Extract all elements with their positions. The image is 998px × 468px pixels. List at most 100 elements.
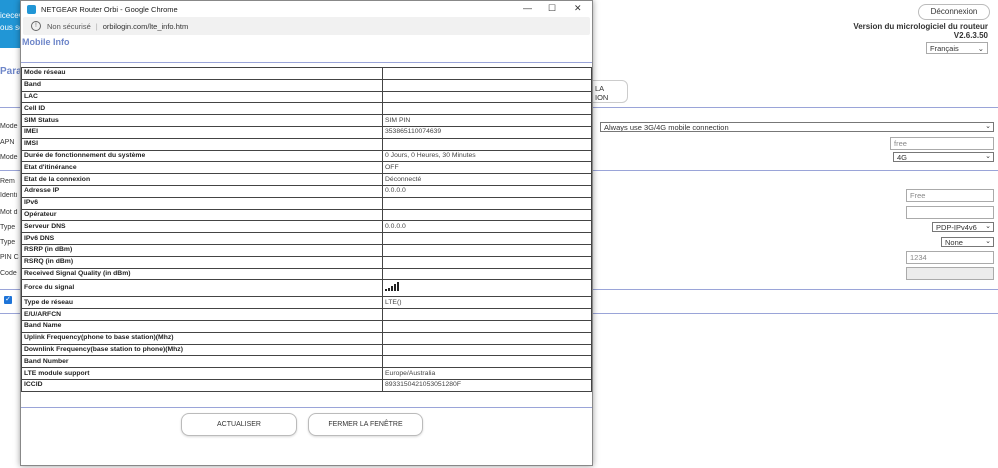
banner-text-1: icecev [0,11,20,20]
table-row: IMEI 353865110074639 [21,125,592,139]
row-value: 0.0.0.0 [382,220,592,234]
chevron-down-icon: ⌄ [985,223,991,230]
table-row: Downlink Frequency(base station to phone… [21,343,592,357]
row-value [382,102,592,116]
row-value [382,255,592,269]
page-title: Mobile Info [22,37,70,47]
row-value [382,232,592,245]
identifier-input[interactable]: Free [906,189,994,202]
row-label: Received Signal Quality (in dBm) [21,267,383,281]
table-row: LTE module support Europe/Australia [21,367,592,380]
language-value: Français [930,44,959,53]
popup-window: NETGEAR Router Orbi - Google Chrome — ☐ … [20,0,593,466]
chevron-down-icon: ⌄ [985,153,991,160]
table-row: E/U/ARFCN [21,308,592,321]
row-value: OFF [382,161,592,175]
row-value [382,208,592,222]
close-icon[interactable]: ✕ [574,3,582,14]
row-value [382,137,592,151]
pdp-type-select[interactable]: PDP-IPv4v6 ⌄ [932,222,994,232]
warning-icon[interactable]: ! [31,21,41,31]
checkbox[interactable]: ✓ [4,296,12,304]
row-label: IMSI [21,137,383,151]
row-label: IMEI [21,125,383,139]
table-row: Etat d'itinérance OFF [21,161,592,175]
network-mode-select[interactable]: 4G ⌄ [893,152,994,162]
row-value [382,90,592,104]
row-label: SIM Status [21,114,383,127]
row-label: Type de réseau [21,296,383,310]
row-value [382,78,592,92]
connection-mode-select[interactable]: Always use 3G/4G mobile connection ⌄ [600,122,994,132]
url-text[interactable]: orbilogin.com/lte_info.htm [103,22,188,31]
table-row: RSRP (in dBm) [21,243,592,257]
row-label: E/U/ARFCN [21,308,383,321]
table-row: Received Signal Quality (in dBm) [21,267,592,281]
row-label: RSRQ (in dBm) [21,255,383,269]
table-row: Cell ID [21,102,592,116]
row-value [382,343,592,357]
row-label: Mode réseau [21,67,383,80]
row-label: Band [21,78,383,92]
row-value [382,243,592,257]
row-label: Uplink Frequency(phone to base station)(… [21,331,383,345]
refresh-button[interactable]: ACTUALISER [181,413,297,436]
row-label: Etat d'itinérance [21,161,383,175]
row-value [382,308,592,321]
row-value: Déconnecté [382,173,592,186]
firmware-version: V2.6.3.50 [953,31,988,40]
chevron-down-icon: ⌄ [985,123,991,130]
code-input[interactable] [906,267,994,280]
row-label: Force du signal [21,279,383,298]
pin-input[interactable]: 1234 [906,251,994,264]
table-row: Band Number [21,355,592,369]
table-row: IPv6 DNS [21,232,592,245]
row-value: LTE() [382,296,592,310]
row-label: Cell ID [21,102,383,116]
page-tab-label[interactable]: Para [0,66,22,77]
auth-type-select[interactable]: None ⌄ [941,237,994,247]
firmware-title: Version du micrologiciel du routeur [853,22,988,31]
label-code: Code [0,270,17,277]
row-label: Adresse IP [21,184,383,198]
table-row: Adresse IP 0.0.0.0 [21,184,592,198]
table-row: Band [21,78,592,92]
label-pin: PIN C [0,254,19,261]
row-value: 0 Jours, 0 Heures, 30 Minutes [382,149,592,163]
table-row: Opérateur [21,208,592,222]
chevron-down-icon: ⌄ [977,44,984,53]
table-row: Etat de la connexion Déconnecté [21,173,592,186]
table-row: SIM Status SIM PIN [21,114,592,127]
signal-strength-icon [385,281,399,291]
maximize-icon[interactable]: ☐ [548,3,556,14]
window-title: NETGEAR Router Orbi - Google Chrome [41,4,178,14]
password-input[interactable] [906,206,994,219]
security-label: Non sécurisé [47,21,91,31]
label-apn: APN [0,139,15,146]
table-row: Durée de fonctionnement du système 0 Jour… [21,149,592,163]
close-window-button[interactable]: FERMER LA FENÊTRE [308,413,423,436]
table-row: Serveur DNS 0.0.0.0 [21,220,592,234]
address-bar[interactable]: ! Non sécurisé | orbilogin.com/lte_info.… [23,17,590,35]
row-label: LAC [21,90,383,104]
table-row: Mode réseau [21,67,592,80]
apn-input[interactable]: free [890,137,994,150]
row-label: Etat de la connexion [21,173,383,186]
row-label: Band Number [21,355,383,369]
row-label: IPv6 [21,196,383,210]
minimize-icon[interactable]: — [523,3,532,13]
label-identifier: Identi [0,192,18,199]
logout-button[interactable]: Déconnexion [918,4,990,20]
row-value [382,196,592,210]
table-row: Force du signal [21,279,592,298]
row-label: Opérateur [21,208,383,222]
label-password: Mot d [0,209,18,216]
auth-type-value: None [945,238,963,247]
table-row: Band Name [21,319,592,333]
row-label: ICCID [21,378,383,392]
row-value [382,355,592,369]
label-auth-type: Type [0,239,16,246]
chevron-down-icon: ⌄ [985,238,991,245]
language-select[interactable]: Français ⌄ [926,42,988,54]
row-value: SIM PIN [382,114,592,127]
